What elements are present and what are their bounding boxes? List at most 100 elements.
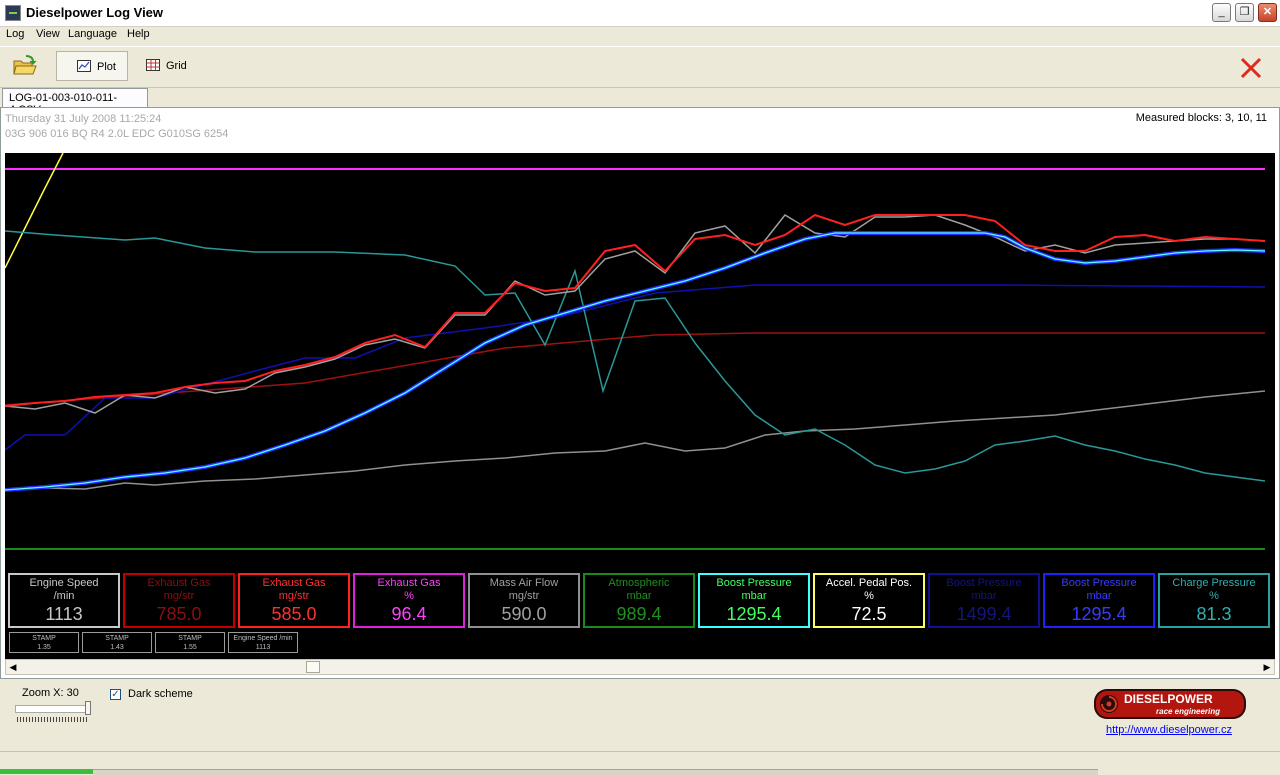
gauge-value: 585.0 xyxy=(271,604,317,624)
plot-horizontal-scrollbar[interactable]: ◀ ▶ xyxy=(5,659,1275,675)
dieselpower-logo: DIESELPOWER race engineering xyxy=(1094,689,1246,719)
gauge-unit: % xyxy=(404,590,414,602)
status-panel xyxy=(93,769,1098,775)
gray-low-trace xyxy=(5,390,1266,491)
zoom-slider-ticks xyxy=(17,717,87,722)
gauge-value: 1295.4 xyxy=(726,604,782,624)
dark-scheme-checkbox[interactable]: ✓ xyxy=(110,689,121,700)
grid-label: Grid xyxy=(166,60,187,72)
open-folder-icon xyxy=(13,55,37,75)
dark-red-trace xyxy=(5,332,1265,406)
gauge-value: 590.0 xyxy=(501,604,547,624)
scroll-left-icon[interactable]: ◀ xyxy=(6,660,20,674)
app-icon xyxy=(5,5,21,21)
bottom-panel: Zoom X: 30 ✓ Dark scheme DIESELPOWER rac… xyxy=(0,679,1280,775)
menu-bar: Log View Language Help xyxy=(0,27,1280,45)
gauge-unit: mbar xyxy=(626,590,652,602)
window-title: Dieselpower Log View xyxy=(26,5,164,20)
stamp-2: STAMP 1.43 xyxy=(82,632,152,653)
gauge-value: 81.3 xyxy=(1196,604,1232,624)
toolbar: Plot Grid xyxy=(0,46,1280,88)
plot-button[interactable]: Plot xyxy=(56,51,128,81)
log-plot[interactable] xyxy=(5,153,1275,551)
close-log-button[interactable] xyxy=(1238,55,1264,81)
close-window-button[interactable]: ✕ xyxy=(1258,3,1277,22)
red-trace xyxy=(5,213,1266,407)
stamp-value: 1.43 xyxy=(110,644,124,651)
gauge-atmospheric[interactable]: Atmospheric mbar 989.4 xyxy=(583,573,695,628)
gauge-exhaust-gas-1[interactable]: Exhaust Gas mg/str 785.0 xyxy=(123,573,235,628)
gauge-exhaust-gas-3[interactable]: Exhaust Gas % 96.4 xyxy=(353,573,465,628)
gauge-boost-pressure-1[interactable]: Boost Pressure mbar 1295.4 xyxy=(698,573,810,628)
zoom-slider-track xyxy=(15,705,89,713)
bottom-separator xyxy=(0,751,1280,752)
menu-view[interactable]: View xyxy=(36,28,60,40)
plot-icon xyxy=(77,60,91,72)
gauge-name: Exhaust Gas xyxy=(262,577,326,589)
menu-help[interactable]: Help xyxy=(127,28,150,40)
gauge-boost-pressure-3[interactable]: Boost Pressure mbar 1295.4 xyxy=(1043,573,1155,628)
gauge-panel: Engine Speed /min 1113 Exhaust Gas mg/st… xyxy=(5,551,1275,659)
gauge-name: Engine Speed xyxy=(29,577,99,589)
gauge-value: 785.0 xyxy=(156,604,202,624)
gauge-unit: mg/str xyxy=(163,590,195,602)
gauge-unit: % xyxy=(1209,590,1219,602)
gauge-unit: % xyxy=(864,590,874,602)
maximize-button[interactable]: ❐ xyxy=(1235,3,1254,22)
gauge-unit: mbar xyxy=(741,590,767,602)
gauge-unit: mg/str xyxy=(278,590,310,602)
gauge-accel-pedal[interactable]: Accel. Pedal Pos. % 72.5 xyxy=(813,573,925,628)
blue-boost-trace xyxy=(5,231,1266,492)
gauge-value: 96.4 xyxy=(391,604,427,624)
status-progress xyxy=(0,769,93,774)
website-link[interactable]: http://www.dieselpower.cz xyxy=(1106,724,1232,736)
log-datetime: Thursday 31 July 2008 11:25:24 xyxy=(5,113,162,125)
menu-language[interactable]: Language xyxy=(68,28,117,40)
gauge-name: Boost Pressure xyxy=(1061,577,1137,589)
gauge-boost-pressure-2[interactable]: Boost Pressure mbar 1499.4 xyxy=(928,573,1040,628)
tab-log-file[interactable]: LOG-01-003-010-011-4.CSV xyxy=(2,88,148,116)
status-bar xyxy=(0,769,1280,775)
grid-button[interactable]: Grid xyxy=(140,51,200,81)
gauge-name: Exhaust Gas xyxy=(147,577,211,589)
grid-icon xyxy=(146,59,160,71)
stamp-1: STAMP 1.35 xyxy=(9,632,79,653)
plot-label: Plot xyxy=(97,61,116,73)
title-bar: Dieselpower Log View _ ❐ ✕ xyxy=(0,0,1280,27)
dark-scheme-label: Dark scheme xyxy=(128,688,193,700)
gauge-unit: mbar xyxy=(971,590,997,602)
stamp-engine-speed: Engine Speed /min 1113 xyxy=(228,632,298,653)
gauge-value: 1295.4 xyxy=(1071,604,1127,624)
stamp-value: 1113 xyxy=(255,644,271,651)
minimize-button[interactable]: _ xyxy=(1212,3,1231,22)
menu-log[interactable]: Log xyxy=(6,28,24,40)
zoom-slider-handle[interactable] xyxy=(85,701,91,715)
stamp-value: 1.35 xyxy=(37,644,51,651)
gauge-name: Charge Pressure xyxy=(1172,577,1256,589)
zoom-slider[interactable] xyxy=(15,701,91,727)
stamp-label: Engine Speed /min xyxy=(233,635,293,642)
open-folder-button[interactable] xyxy=(12,54,38,78)
gauge-name: Boost Pressure xyxy=(716,577,792,589)
gauge-charge-pressure[interactable]: Charge Pressure % 81.3 xyxy=(1158,573,1270,628)
scroll-right-icon[interactable]: ▶ xyxy=(1260,660,1274,674)
yellow-trace xyxy=(5,153,64,269)
gauge-mass-air-flow[interactable]: Mass Air Flow mg/str 590.0 xyxy=(468,573,580,628)
zoom-label: Zoom X: 30 xyxy=(22,687,79,699)
teal-trace xyxy=(5,230,1266,482)
logo-text: DIESELPOWER xyxy=(1124,692,1213,706)
gauge-unit: mbar xyxy=(1086,590,1112,602)
gauge-value: 989.4 xyxy=(616,604,662,624)
stamp-label: STAMP xyxy=(105,635,129,642)
gauge-value: 1113 xyxy=(45,604,83,624)
gauge-name: Exhaust Gas xyxy=(377,577,441,589)
gauge-engine-speed[interactable]: Engine Speed /min 1113 xyxy=(8,573,120,628)
close-icon xyxy=(1240,57,1262,79)
scroll-thumb[interactable] xyxy=(306,661,320,673)
stamp-label: STAMP xyxy=(178,635,202,642)
gauge-unit: mg/str xyxy=(508,590,540,602)
gauge-exhaust-gas-2[interactable]: Exhaust Gas mg/str 585.0 xyxy=(238,573,350,628)
gauge-value: 72.5 xyxy=(851,604,887,624)
gauge-unit: /min xyxy=(53,590,75,602)
logo-subtext: race engineering xyxy=(1156,707,1220,716)
